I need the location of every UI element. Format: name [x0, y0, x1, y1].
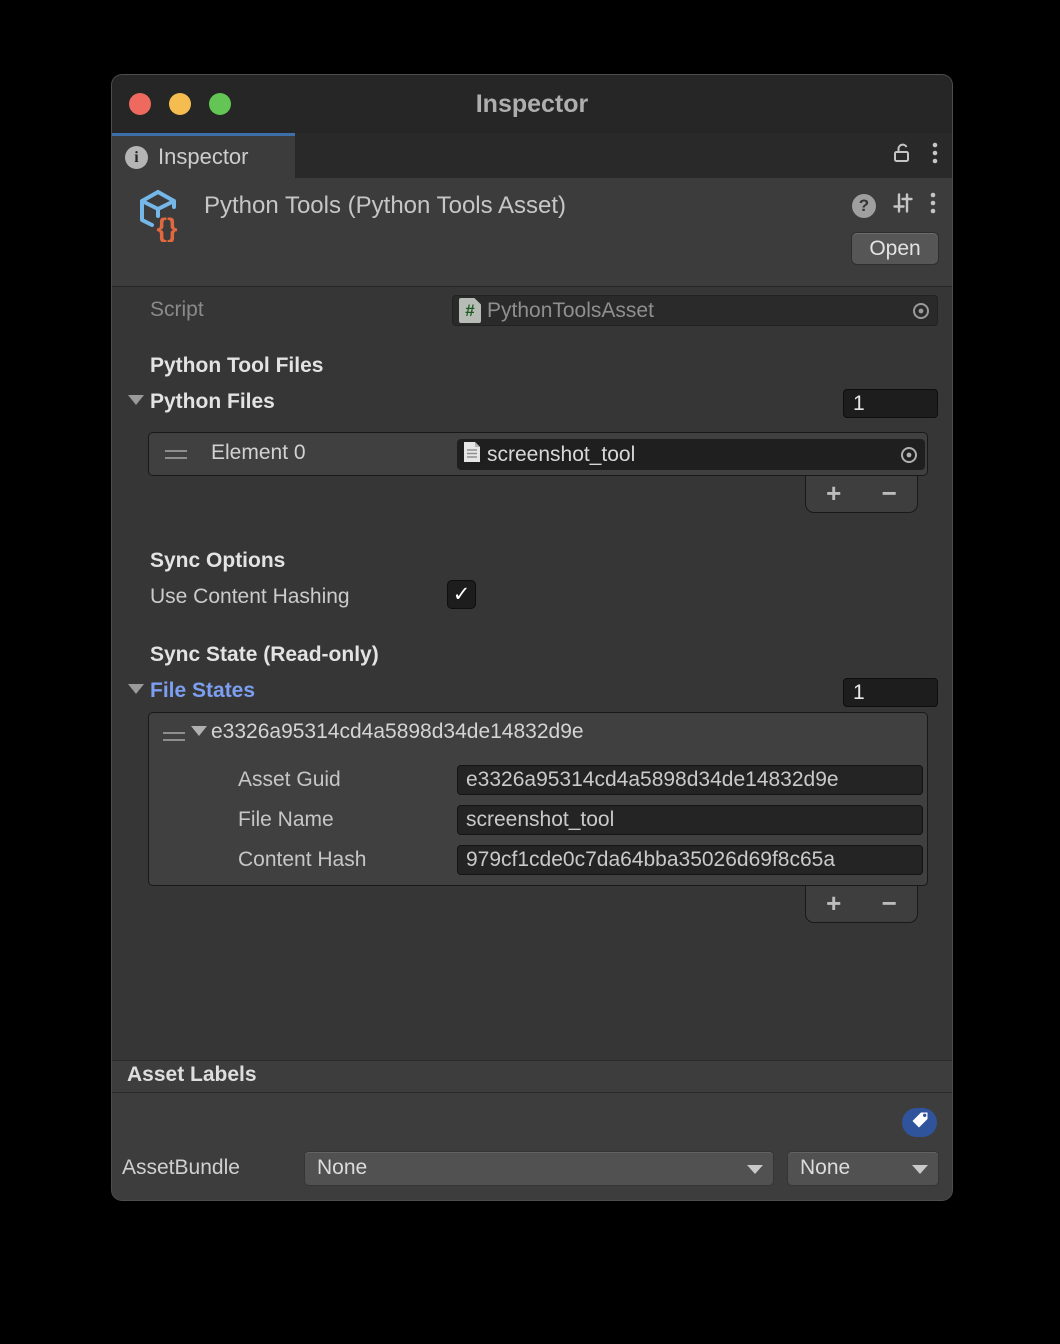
script-label: Script: [150, 298, 204, 322]
remove-element-button[interactable]: −: [862, 476, 918, 512]
add-state-button[interactable]: +: [806, 886, 862, 922]
kebab-menu-icon[interactable]: [930, 191, 936, 220]
csharp-script-icon: #: [459, 298, 481, 323]
file-name-field[interactable]: screenshot_tool: [457, 805, 923, 835]
asset-labels-title: Asset Labels: [127, 1063, 952, 1087]
assetbundle-variant-dropdown[interactable]: None: [788, 1152, 938, 1185]
file-states-list: e3326a95314cd4a5898d34de14832d9e Asset G…: [148, 712, 928, 886]
foldout-python-files-icon[interactable]: [128, 395, 144, 405]
open-button[interactable]: Open: [852, 233, 938, 264]
python-files-label[interactable]: Python Files: [150, 390, 275, 414]
inspector-window: Inspector i Inspector: [112, 75, 952, 1200]
element-value: screenshot_tool: [487, 443, 899, 467]
use-content-hashing-checkbox[interactable]: ✓: [447, 580, 476, 609]
python-tools-asset-icon: {}: [135, 188, 181, 247]
list-controls: + −: [805, 476, 918, 513]
check-icon: ✓: [453, 583, 471, 606]
tab-inspector[interactable]: i Inspector: [112, 133, 295, 178]
object-picker-icon[interactable]: [899, 445, 919, 465]
presets-icon[interactable]: [891, 191, 915, 220]
screen: Inspector i Inspector: [0, 0, 1060, 1344]
file-states-label[interactable]: File States: [150, 679, 255, 703]
assetbundle-variant-value: None: [800, 1156, 850, 1179]
braces-icon: {}: [156, 213, 178, 242]
foldout-file-states-icon[interactable]: [128, 684, 144, 694]
kebab-menu-icon[interactable]: [932, 141, 938, 170]
tab-label: Inspector: [158, 144, 249, 170]
tab-bar: i Inspector: [112, 133, 952, 178]
chevron-down-icon: [747, 1165, 763, 1174]
text-asset-icon: [463, 441, 481, 468]
assetbundle-label: AssetBundle: [122, 1156, 240, 1180]
object-picker-icon[interactable]: [911, 301, 931, 321]
python-files-size-field[interactable]: 1: [843, 389, 938, 418]
content-hash-label: Content Hash: [238, 848, 366, 872]
list-controls: + −: [805, 886, 918, 923]
info-icon: i: [125, 146, 148, 169]
file-name-label: File Name: [238, 808, 334, 832]
use-content-hashing-label: Use Content Hashing: [150, 585, 350, 609]
drag-handle-icon[interactable]: [165, 450, 187, 459]
asset-labels-bar[interactable]: Asset Labels: [112, 1060, 952, 1093]
section-sync-state: Sync State (Read-only): [150, 643, 379, 667]
file-state-guid-header[interactable]: e3326a95314cd4a5898d34de14832d9e: [211, 720, 584, 744]
add-element-button[interactable]: +: [806, 476, 862, 512]
assetbundle-dropdown[interactable]: None: [305, 1152, 773, 1185]
component-header: {} Python Tools (Python Tools Asset) ? O…: [112, 178, 952, 287]
inspector-body: Script # PythonToolsAsset Python Tool Fi…: [112, 287, 952, 1060]
python-files-list: Element 0 screenshot_tool: [148, 432, 928, 476]
remove-state-button[interactable]: −: [862, 886, 918, 922]
foldout-state-icon[interactable]: [191, 726, 207, 736]
window-title: Inspector: [112, 75, 952, 133]
element-label: Element 0: [211, 441, 306, 465]
script-value: PythonToolsAsset: [487, 299, 911, 323]
section-python-tool-files: Python Tool Files: [150, 354, 323, 378]
drag-handle-icon[interactable]: [163, 732, 185, 741]
help-icon[interactable]: ?: [852, 194, 876, 218]
tag-icon: [910, 1110, 930, 1135]
section-sync-options: Sync Options: [150, 549, 285, 573]
assetbundle-value: None: [317, 1156, 367, 1179]
content-hash-field[interactable]: 979cf1cde0c7da64bba35026d69f8c65a: [457, 845, 923, 875]
chevron-down-icon: [912, 1165, 928, 1174]
script-object-field[interactable]: # PythonToolsAsset: [452, 295, 938, 326]
component-title: Python Tools (Python Tools Asset): [204, 192, 566, 220]
asset-footer: AssetBundle None None: [112, 1093, 952, 1200]
element-object-field[interactable]: screenshot_tool: [457, 439, 925, 470]
unlock-icon[interactable]: [892, 142, 912, 169]
file-states-size-field[interactable]: 1: [843, 678, 938, 707]
label-tag-button[interactable]: [902, 1108, 937, 1137]
window-titlebar[interactable]: Inspector: [112, 75, 952, 133]
asset-guid-label: Asset Guid: [238, 768, 341, 792]
asset-guid-field[interactable]: e3326a95314cd4a5898d34de14832d9e: [457, 765, 923, 795]
